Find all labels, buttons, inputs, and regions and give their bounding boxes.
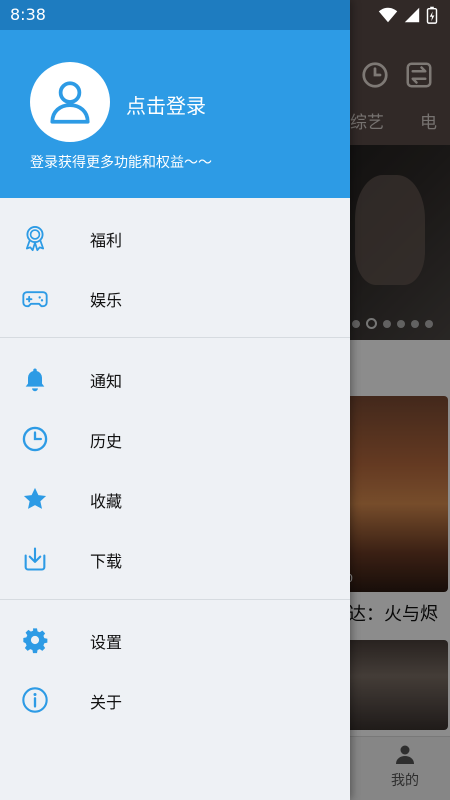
status-icons [378, 6, 438, 24]
navigation-drawer: 点击登录 登录获得更多功能和权益～～ 福利 娱乐 通知 历史 收藏 下载 设置 … [0, 0, 350, 800]
menu-group-personal: 通知 历史 收藏 下载 [0, 349, 350, 589]
menu-item-favorites[interactable]: 收藏 [0, 469, 350, 529]
menu-item-settings[interactable]: 设置 [0, 610, 350, 670]
award-ribbon-icon [20, 223, 50, 253]
menu-item-welfare[interactable]: 福利 [0, 208, 350, 268]
menu-item-label: 福利 [90, 231, 123, 250]
wifi-icon [378, 7, 398, 23]
gear-icon [20, 625, 50, 655]
divider [0, 599, 350, 600]
login-subtitle: 登录获得更多功能和权益～～ [30, 155, 212, 171]
menu-group-system: 设置 关于 [0, 610, 350, 730]
menu-item-label: 娱乐 [90, 291, 123, 310]
menu-item-notifications[interactable]: 通知 [0, 349, 350, 409]
avatar[interactable] [30, 62, 110, 142]
menu-item-label: 历史 [90, 432, 123, 451]
info-icon [20, 685, 50, 715]
menu-item-entertainment[interactable]: 娱乐 [0, 268, 350, 328]
divider [0, 337, 350, 338]
menu-group-rewards: 福利 娱乐 [0, 208, 350, 328]
menu-item-label: 设置 [90, 633, 123, 652]
menu-item-label: 下载 [90, 552, 123, 571]
status-bar: 8:38 [0, 0, 450, 30]
menu-item-label: 收藏 [90, 492, 123, 511]
clock-icon [20, 424, 50, 454]
gamepad-icon [20, 283, 50, 313]
star-icon [20, 484, 50, 514]
battery-charging-icon [426, 6, 438, 24]
bell-icon [20, 364, 50, 394]
status-time: 8:38 [10, 5, 46, 24]
menu-item-label: 关于 [90, 693, 123, 712]
drawer-header: 点击登录 登录获得更多功能和权益～～ [0, 30, 350, 198]
menu-item-about[interactable]: 关于 [0, 670, 350, 730]
menu-item-downloads[interactable]: 下载 [0, 529, 350, 589]
signal-icon [404, 7, 420, 23]
user-icon [50, 81, 90, 124]
download-icon [20, 544, 50, 574]
menu-item-history[interactable]: 历史 [0, 409, 350, 469]
menu-item-label: 通知 [90, 372, 123, 391]
login-link[interactable]: 点击登录 [126, 90, 206, 119]
